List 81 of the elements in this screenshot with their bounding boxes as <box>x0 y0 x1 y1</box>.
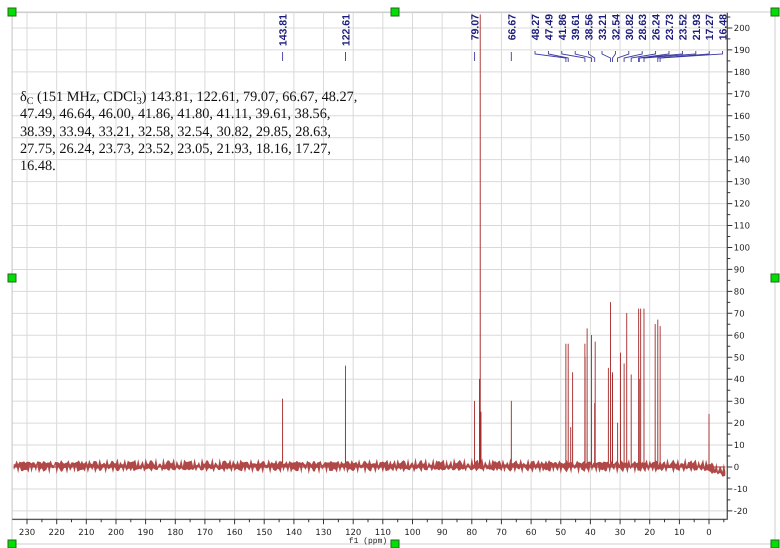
tick-label: 220 <box>48 528 65 538</box>
peak-label: 79.07 <box>470 14 482 40</box>
tick-label: 210 <box>78 528 94 538</box>
tick-label: 110 <box>734 222 750 232</box>
peak-label: 26.24 <box>650 14 663 40</box>
peak-label: 47.49 <box>543 14 556 40</box>
axis-title: f1 (ppm) <box>348 537 388 546</box>
leader-line <box>561 50 586 62</box>
tick-label: 40 <box>734 375 745 386</box>
selection-handle[interactable] <box>770 540 780 548</box>
selection-handle[interactable] <box>8 540 16 548</box>
tick-label: 130 <box>315 528 332 538</box>
selection-handle[interactable] <box>8 274 16 282</box>
selection-handle[interactable] <box>8 8 16 16</box>
description-text: δ$_{C}$ (151 MHz, CDCl$_{3}$) 143.81, 122.61, 79.07, 66.67, 48.27, 47.49, 46.64, 46.00, 41.86, 41.80, 41.11, 39.61, 38.56, 38.39, 33.94, 33.21, 32.58, 32.54, 30.82, 29.85, 28.63, 27.75, 26.24, 23.73, 23.52, 23.05, 21.93, 18.16, 17.27, 16.48. <box>20 89 358 176</box>
tick-label: 0 <box>706 528 712 538</box>
peak-label: 30.82 <box>624 14 636 40</box>
peak-label: 143.81 <box>278 14 290 46</box>
selection-handle[interactable] <box>390 8 400 16</box>
tick-label: 200 <box>734 24 750 34</box>
tick-label: 170 <box>196 528 214 538</box>
peak-label: 33.21 <box>597 14 609 40</box>
peak-label: 66.67 <box>506 14 518 40</box>
tick-label: 30 <box>614 528 626 538</box>
tick-label: 140 <box>734 156 750 166</box>
leader-line <box>345 52 346 62</box>
tick-label: 10 <box>734 441 745 452</box>
tick-label: 130 <box>734 178 750 188</box>
tick-label: 120 <box>734 200 750 210</box>
peak-label: 23.52 <box>677 14 690 40</box>
peak-label: 41.86 <box>556 14 569 40</box>
tick-label: 60 <box>526 528 537 538</box>
tick-label: 20 <box>734 419 745 430</box>
tick-label: 30 <box>734 397 745 408</box>
tick-label: 150 <box>256 528 272 538</box>
tick-label: 110 <box>374 528 391 538</box>
tick-label: 180 <box>167 528 184 538</box>
tick-label: 20 <box>644 528 656 538</box>
tick-label: -10 <box>734 484 748 495</box>
tick-label: 200 <box>108 528 124 538</box>
tick-label: -20 <box>734 506 748 517</box>
tick-label: 0 <box>734 463 740 474</box>
tick-label: 160 <box>226 528 243 538</box>
tick-label: 160 <box>734 112 750 122</box>
peak-label: 21.93 <box>690 14 703 40</box>
tick-label: 100 <box>404 528 421 538</box>
tick-label: 100 <box>734 244 750 254</box>
peak-label: 38.56 <box>584 14 596 40</box>
selection-handle[interactable] <box>390 540 400 548</box>
peak-label: 122.61 <box>340 14 352 46</box>
tick-label: 150 <box>734 134 750 144</box>
tick-label: 190 <box>138 528 154 538</box>
tick-label: 70 <box>496 528 507 538</box>
tick-label: 40 <box>585 528 596 538</box>
tick-label: 90 <box>436 528 448 538</box>
tick-label: 170 <box>734 90 750 100</box>
tick-label: 80 <box>466 528 478 538</box>
tick-label: 70 <box>734 309 745 320</box>
leader-line <box>474 52 476 62</box>
tick-label: 190 <box>734 46 750 56</box>
leader-line <box>510 52 512 62</box>
tick-label: 10 <box>674 528 685 538</box>
peak-label: 23.73 <box>664 14 676 40</box>
peak-label: 32.54 <box>610 14 622 40</box>
peak-label: 28.63 <box>637 14 650 40</box>
peak-label: 17.27 <box>704 14 716 40</box>
tick-label: 80 <box>734 287 745 298</box>
tick-label: 120 <box>345 528 362 538</box>
tick-label: 90 <box>734 265 745 276</box>
tick-label: 50 <box>555 528 566 538</box>
selection-handle[interactable] <box>770 8 780 16</box>
tick-label: 140 <box>286 528 302 538</box>
leader-line <box>282 52 284 62</box>
peak-label: 39.61 <box>570 14 582 40</box>
selection-handle[interactable] <box>770 274 780 282</box>
peak-label: 16.48 <box>718 14 730 40</box>
tick-label: 50 <box>734 353 745 364</box>
tick-label: 60 <box>734 331 745 342</box>
tick-label: 230 <box>18 528 36 538</box>
tick-label: 180 <box>734 68 750 78</box>
peak-label: 48.27 <box>530 14 542 40</box>
